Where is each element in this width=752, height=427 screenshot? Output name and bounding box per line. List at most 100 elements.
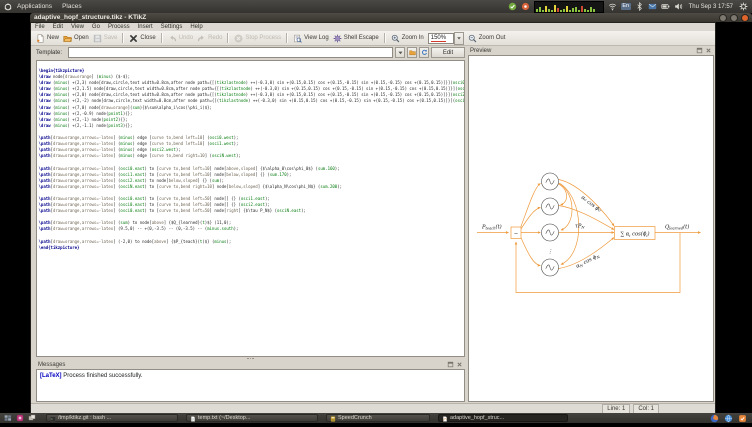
shell-escape-icon xyxy=(333,34,342,43)
system-monitor-graph[interactable] xyxy=(534,1,604,13)
toolbar-button-label: Undo xyxy=(179,35,193,41)
redo-button: Redo xyxy=(197,34,222,43)
firefox-icon[interactable] xyxy=(710,414,719,423)
template-label: Template: xyxy=(36,50,66,56)
desktop-taskbar: /tmp/ktikz.git : bash ... temp.txt (~/Des… xyxy=(0,413,752,423)
preview-panel: − ∑ αi cos(ϕi) Pteach(t) Qlearned(t) τPN… xyxy=(468,55,714,402)
template-reload-button[interactable] xyxy=(419,47,429,58)
menu-file[interactable]: File xyxy=(31,24,49,30)
messages-title: Messages xyxy=(36,362,65,368)
panel-menu-applications[interactable]: Applications xyxy=(12,3,57,10)
menu-view[interactable]: View xyxy=(67,24,88,30)
clock[interactable]: Thu Sep 3 17:57 xyxy=(687,4,735,10)
window-list-icon[interactable] xyxy=(28,414,36,422)
close-button[interactable]: Close xyxy=(129,34,155,43)
tikz-file-icon xyxy=(442,409,448,427)
volume-icon[interactable] xyxy=(674,2,683,11)
panel-menus: ApplicationsPlaces xyxy=(12,3,87,10)
toolbar-separator xyxy=(122,33,124,43)
terminal-icon xyxy=(50,409,56,427)
window-titlebar[interactable]: adaptive_hopf_structure.tikz - KTikZ xyxy=(30,13,752,22)
template-open-button[interactable] xyxy=(407,47,417,58)
menu-settings[interactable]: Settings xyxy=(157,24,187,30)
updates-available-icon[interactable] xyxy=(508,2,517,11)
messages-panel-header: Messages xyxy=(36,360,465,369)
browser-globe-icon[interactable] xyxy=(724,414,733,423)
workspace-icon[interactable] xyxy=(4,414,12,422)
bluetooth-icon[interactable] xyxy=(635,2,644,11)
zoom-out-button[interactable]: Zoom Out xyxy=(468,34,506,43)
zoom-in-button[interactable]: Zoom In xyxy=(391,34,424,43)
window-controls xyxy=(719,14,752,22)
panel-menu-places[interactable]: Places xyxy=(57,3,87,10)
taskbar-window-button[interactable]: temp.txt (~/Desktop... xyxy=(186,414,318,422)
toolbar-button-label: View Log xyxy=(304,35,329,41)
code-line: \end{tikzpicture} xyxy=(39,245,465,251)
zoom-dropdown-button[interactable] xyxy=(454,32,464,45)
template-edit-button[interactable]: Edit xyxy=(431,47,465,58)
new-button[interactable]: New xyxy=(36,34,59,43)
ubuntu-logo-icon[interactable] xyxy=(4,3,12,11)
network-wifi-icon[interactable] xyxy=(608,2,617,11)
view-log-button[interactable]: View Log xyxy=(293,34,329,43)
menu-insert[interactable]: Insert xyxy=(134,24,157,30)
screenshot-tool-icon[interactable] xyxy=(16,414,24,422)
toolbar-button-label: New xyxy=(47,35,59,41)
software-icon[interactable] xyxy=(738,414,747,423)
menu-help[interactable]: Help xyxy=(186,24,206,30)
close-panel-icon[interactable] xyxy=(456,361,463,368)
taskbar-window-label: temp.txt (~/Desktop... xyxy=(198,415,250,421)
menu-go[interactable]: Go xyxy=(88,24,104,30)
ktikz-window: FileEditViewGoProcessInsertSettingsHelp … xyxy=(30,22,716,413)
save-icon xyxy=(93,34,102,43)
stop-process-icon xyxy=(234,34,243,43)
close-panel-icon[interactable] xyxy=(705,47,712,54)
message-source-badge: [LaTeX] xyxy=(40,373,62,379)
zoom-level-value[interactable]: 150% xyxy=(428,33,454,44)
preview-title: Preview xyxy=(468,48,491,54)
template-row: Template: Edit xyxy=(36,46,465,59)
float-panel-icon[interactable] xyxy=(696,47,703,54)
close-button[interactable] xyxy=(741,14,749,22)
stop-process-button: Stop Process xyxy=(234,34,281,43)
system-tray: En Thu Sep 3 17:57 xyxy=(508,1,752,13)
menu-edit[interactable]: Edit xyxy=(49,24,67,30)
menu-process[interactable]: Process xyxy=(104,24,134,30)
battery-icon[interactable] xyxy=(661,2,670,11)
template-dropdown-button[interactable] xyxy=(395,47,405,58)
open-button[interactable]: Open xyxy=(63,34,89,43)
zoom-level-combobox[interactable]: 150% xyxy=(428,32,464,45)
toolbar-button-label: Zoom In xyxy=(402,35,424,41)
q-learned-label: Qlearned(t) xyxy=(665,224,689,231)
float-panel-icon[interactable] xyxy=(447,361,454,368)
taskbar-window-button[interactable]: SpeedCrunch xyxy=(326,414,430,422)
taskbar-window-label: /tmp/ktikz.git : bash ... xyxy=(58,415,111,421)
taskbar-window-button[interactable]: /tmp/ktikz.git : bash ... xyxy=(46,414,178,422)
toolbar-button-label: Close xyxy=(140,35,155,41)
zoom-in-icon xyxy=(391,34,400,43)
oscillator-nodes xyxy=(542,173,559,276)
save-button: Save xyxy=(93,34,118,43)
shell-escape-button[interactable]: Shell Escape xyxy=(333,34,379,43)
taskbar-window-button[interactable]: adaptive_hopf_struc... xyxy=(438,414,568,422)
redo-icon xyxy=(197,34,206,43)
toolbar-separator xyxy=(384,33,386,43)
minimize-button[interactable] xyxy=(719,14,727,22)
toolbar: New Open Save Close Undo Redo Stop Process View… xyxy=(31,31,715,46)
minus-sign: − xyxy=(514,232,518,238)
open-folder-icon xyxy=(63,34,72,43)
template-input[interactable] xyxy=(68,47,393,58)
notification-icon[interactable] xyxy=(521,2,530,11)
toolbar-button-label: Save xyxy=(104,35,118,41)
diagram-edges xyxy=(477,180,701,293)
code-editor[interactable]: \begin{tikzpicture}\draw node[draw=orang… xyxy=(36,60,465,357)
new-document-icon xyxy=(36,34,45,43)
keyboard-layout-badge[interactable]: En xyxy=(621,3,631,10)
session-gear-icon[interactable] xyxy=(739,2,748,11)
tikz-preview-diagram: − ∑ αi cos(ϕi) Pteach(t) Qlearned(t) τPN… xyxy=(469,56,713,401)
desktop-top-panel: ApplicationsPlaces En Thu Sep 3 17:57 xyxy=(0,0,752,13)
text-file-icon xyxy=(190,409,196,427)
messaging-icon[interactable] xyxy=(648,2,657,11)
p-teach-label: Pteach(t) xyxy=(481,224,502,231)
maximize-button[interactable] xyxy=(730,14,738,22)
